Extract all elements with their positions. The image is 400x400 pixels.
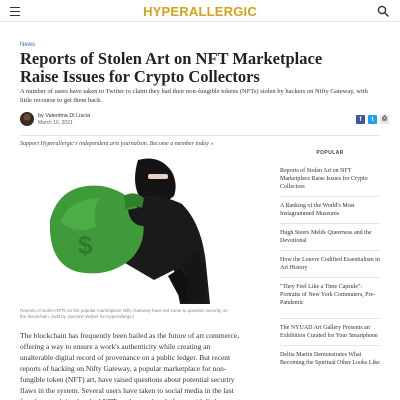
category-link[interactable]: News	[20, 42, 35, 48]
top-bar: HYPERALLERGIC	[0, 0, 400, 22]
author-avatar[interactable]	[20, 112, 34, 126]
list-item[interactable]: The NYUAD Art Gallery Presents an Exhibi…	[280, 318, 380, 345]
print-icon[interactable]: ⎙	[380, 115, 389, 124]
divider	[20, 135, 380, 136]
site-logo[interactable]: HYPERALLERGIC	[0, 4, 400, 19]
svg-text:$: $	[78, 230, 93, 260]
article-body: The blockchain has frequently been haile…	[20, 331, 240, 400]
byline: by Valentina Di Liscia March 16, 2021 f …	[20, 112, 389, 128]
article-dek: A number of users have taken to Twitter …	[20, 88, 368, 104]
list-item[interactable]: How the Louvre Codified Essentialism in …	[280, 250, 380, 277]
article-title: Reports of Stolen Art on NFT Marketplace…	[20, 49, 323, 86]
list-item[interactable]: "They Feel Like a Time Capsule": Portrai…	[280, 277, 380, 312]
facebook-share-icon[interactable]: f	[356, 115, 365, 124]
sidebar-heading: POPULAR	[316, 150, 344, 156]
image-caption: Reports of stolen NFTs on the popular ma…	[20, 308, 228, 319]
author-name[interactable]: by Valentina Di Liscia	[38, 113, 90, 119]
popular-list: Reports of Stolen Art on NFT Marketplace…	[280, 162, 380, 372]
list-item[interactable]: Delita Martin Demonstrates What Becoming…	[280, 345, 380, 372]
list-item[interactable]: A Ranking of the World's Most Instagramm…	[280, 196, 380, 223]
list-item[interactable]: Hugh Steers Melds Queerness and the Devo…	[280, 223, 380, 250]
search-icon[interactable]	[376, 4, 390, 18]
support-banner[interactable]: Support Hyperallergic's independent arts…	[20, 141, 213, 147]
list-item[interactable]: Reports of Stolen Art on NFT Marketplace…	[280, 162, 380, 196]
publish-date: March 16, 2021	[38, 120, 73, 126]
twitter-share-icon[interactable]: t	[368, 115, 377, 124]
hero-image: $	[20, 150, 235, 305]
